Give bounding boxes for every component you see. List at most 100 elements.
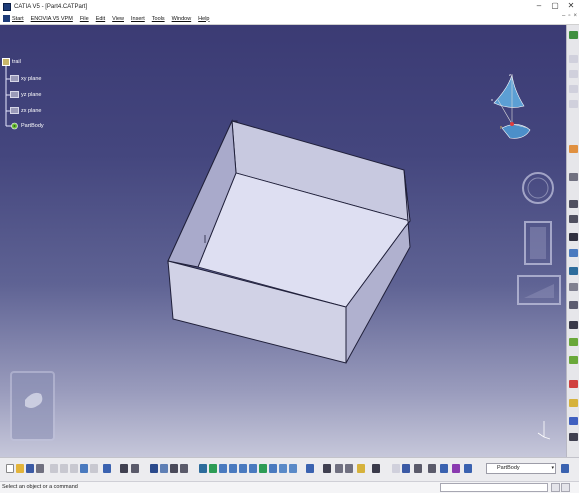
redo-icon[interactable] — [90, 464, 98, 473]
knowledge-icon[interactable] — [452, 464, 460, 473]
dimension-icon[interactable] — [428, 464, 436, 473]
rotate-icon[interactable] — [180, 464, 188, 473]
measure-item-icon[interactable] — [345, 464, 353, 473]
menu-enovia[interactable]: ENOVIA V5 VPM — [31, 16, 73, 22]
3d-viewport[interactable]: trail xy plane yz plane zx plane PartBod… — [0, 25, 566, 457]
hole-icon[interactable] — [569, 249, 578, 257]
draft-icon[interactable] — [569, 200, 578, 208]
thickness-icon[interactable] — [569, 233, 578, 241]
constraint-icon[interactable] — [414, 464, 422, 473]
menu-start[interactable]: Start — [12, 16, 24, 22]
sketcher-icon[interactable] — [569, 31, 578, 39]
pad-icon[interactable] — [569, 55, 578, 63]
status-message: Select an object or a command — [2, 484, 78, 490]
groove-icon[interactable] — [569, 100, 578, 108]
start-icon[interactable] — [3, 15, 10, 22]
menu-window[interactable]: Window — [172, 16, 192, 22]
doc-restore-icon[interactable]: ▫ — [568, 13, 570, 19]
zoom-in-icon[interactable] — [199, 464, 207, 473]
chamfer-icon[interactable] — [569, 173, 578, 181]
normal-view-icon[interactable] — [219, 464, 227, 473]
fillet-icon[interactable] — [569, 145, 578, 153]
axis-glyph-icon — [537, 421, 551, 440]
axis-system-icon[interactable] — [323, 464, 331, 473]
status-bar: Select an object or a command — [0, 481, 579, 493]
menu-help[interactable]: Help — [198, 16, 209, 22]
doc-minimize-icon[interactable]: – — [562, 13, 565, 19]
catalog-icon[interactable] — [131, 464, 139, 473]
save-icon[interactable] — [26, 464, 34, 473]
copy-icon[interactable] — [60, 464, 68, 473]
current-body-select[interactable]: PartBody ▾ — [486, 463, 556, 474]
minimize-button[interactable]: – — [531, 0, 547, 13]
shading-icon[interactable] — [249, 464, 257, 473]
help-icon[interactable] — [103, 464, 111, 473]
view-overlay-controls[interactable] — [516, 165, 564, 310]
formula-icon[interactable] — [120, 464, 128, 473]
command-input[interactable] — [440, 483, 548, 492]
menu-tools[interactable]: Tools — [152, 16, 165, 22]
pocket-icon[interactable] — [569, 70, 578, 78]
pattern-icon[interactable] — [569, 321, 578, 329]
render-style-icon[interactable] — [279, 464, 287, 473]
swap-space-icon[interactable] — [269, 464, 277, 473]
reference-icon[interactable] — [306, 464, 314, 473]
fly-mode-icon[interactable] — [150, 464, 158, 473]
bottom-toolbar: PartBody ▾ — [0, 457, 579, 481]
menu-edit[interactable]: Edit — [96, 16, 105, 22]
sketch-plane-icon[interactable] — [335, 464, 343, 473]
split-icon[interactable] — [569, 356, 578, 364]
document-window-controls: – ▫ × — [562, 13, 577, 19]
catia-logo-icon — [3, 2, 11, 11]
title-bar: CATIA V5 - [Part4.CATPart] – ▢ ✕ — [0, 0, 579, 13]
publish-icon[interactable] — [440, 464, 448, 473]
part-geometry[interactable] — [0, 25, 566, 457]
3d-compass-icon[interactable]: z x y — [488, 70, 536, 145]
command-cancel-icon[interactable] — [561, 483, 570, 492]
fit-all-icon[interactable] — [160, 464, 168, 473]
doc-close-icon[interactable]: × — [573, 13, 577, 19]
paste-icon[interactable] — [70, 464, 78, 473]
rib-icon[interactable] — [569, 267, 578, 275]
chevron-down-icon: ▾ — [551, 465, 554, 471]
window-title: CATIA V5 - [Part4.CATPart] — [14, 3, 88, 10]
open-folder-icon[interactable] — [16, 464, 24, 473]
mirror-icon[interactable] — [569, 301, 578, 309]
menu-insert[interactable]: Insert — [131, 16, 145, 22]
parameter-icon[interactable] — [464, 464, 472, 473]
pan-icon[interactable] — [170, 464, 178, 473]
shaft-icon[interactable] — [569, 85, 578, 93]
mini-view-icon[interactable] — [9, 370, 57, 442]
boolean-icon[interactable] — [569, 338, 578, 346]
current-body-label: PartBody — [497, 465, 520, 471]
new-file-icon[interactable] — [6, 464, 14, 473]
shell-icon[interactable] — [569, 215, 578, 223]
material-icon[interactable] — [357, 464, 365, 473]
close-button[interactable]: ✕ — [563, 0, 579, 13]
measure-icon[interactable] — [569, 380, 578, 388]
compass-y-label: y — [500, 124, 502, 129]
compass-x-label: x — [491, 97, 493, 102]
undo-icon[interactable] — [80, 464, 88, 473]
multi-view-icon[interactable] — [229, 464, 237, 473]
apply-material-icon[interactable] — [569, 399, 578, 407]
snap-icon[interactable] — [372, 464, 380, 473]
cut-icon[interactable] — [50, 464, 58, 473]
grid-icon[interactable] — [392, 464, 400, 473]
print-icon[interactable] — [36, 464, 44, 473]
iso-view-icon[interactable] — [239, 464, 247, 473]
update-icon[interactable] — [569, 433, 578, 441]
restore-button[interactable]: ▢ — [547, 0, 563, 13]
menu-file[interactable]: File — [80, 16, 89, 22]
compass-z-label: z — [509, 72, 511, 77]
menu-bar: Start ENOVIA V5 VPM File Edit View Inser… — [0, 13, 579, 25]
hide-show-icon[interactable] — [259, 464, 267, 473]
analysis-icon[interactable] — [569, 417, 578, 425]
menu-view[interactable]: View — [112, 16, 124, 22]
view-mode-icon[interactable] — [289, 464, 297, 473]
command-ok-icon[interactable] — [551, 483, 560, 492]
slot-icon[interactable] — [569, 283, 578, 291]
zoom-out-icon[interactable] — [209, 464, 217, 473]
window-controls: – ▢ ✕ — [531, 0, 579, 13]
wireframe-icon[interactable] — [402, 464, 410, 473]
